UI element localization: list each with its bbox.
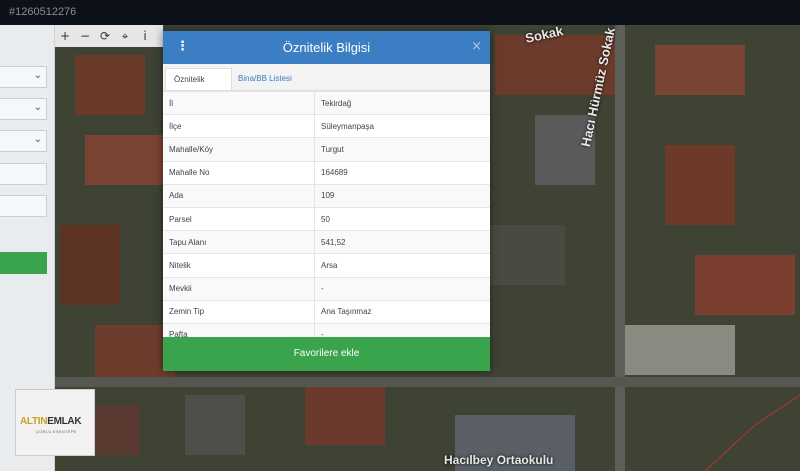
table-row: Zemin Tip Ana Taşınmaz [163,299,490,324]
add-to-favorites-button[interactable]: Favorilere ekle [163,337,490,371]
chevron-down-icon: ⌄ [33,70,42,81]
table-row: Mahalle No 164689 [163,160,490,185]
row-value: 541,52 [314,230,490,254]
locate-icon[interactable]: ⌖ [115,25,135,47]
top-bar: #1260512276 [0,0,800,25]
zoom-in-icon[interactable]: + [55,25,75,47]
row-label: Mahalle/Köy [163,137,315,162]
row-label: Mevkii [163,276,315,301]
logo-brand-part2: EMLAK [47,416,82,427]
row-value: 50 [314,206,490,231]
table-row: İlçe Süleymanpaşa [163,114,490,138]
table-row: Tapu Alanı 541,52 [163,230,490,254]
row-label: Zemin Tip [163,299,315,324]
row-label: Mahalle No [163,160,315,185]
table-row: İl Tekirdağ [163,90,490,115]
row-label: Nitelik [163,253,315,277]
row-value: Turgut [314,137,490,162]
filter-query-button[interactable] [0,252,47,274]
row-label: Ada [163,183,315,208]
row-label: Parsel [163,206,315,231]
filter-select-2[interactable]: ⌄ [0,98,47,120]
map-toolbar: + − ⟳ ⌖ i [55,25,163,47]
agency-logo: ALTINEMLAK ÇORLU ESENTEPE [15,389,95,456]
logo-tagline: ÇORLU ESENTEPE [36,429,77,434]
row-label: Tapu Alanı [163,230,315,254]
listing-id: #1260512276 [9,6,77,18]
attribute-table: İl Tekirdağ İlçe Süleymanpaşa Mahalle/Köy T… [163,90,490,347]
row-value: Ana Taşınmaz [314,299,490,324]
table-row: Mevkii - [163,276,490,301]
modal-header: ⋮ Öznitelik Bilgisi × [163,31,490,64]
school-label: Hacılbey Ortaokulu [444,453,554,467]
close-icon[interactable]: × [471,39,482,54]
info-icon[interactable]: i [135,25,155,47]
row-value: 164689 [314,160,490,185]
row-value: - [314,276,490,301]
chevron-down-icon: ⌄ [33,134,42,145]
table-row: Mahalle/Köy Turgut [163,137,490,162]
table-row: Ada 109 [163,183,490,208]
tab-attributes[interactable]: Öznitelik Bilgisi [165,68,232,106]
chevron-down-icon: ⌄ [33,102,42,113]
row-value: Arsa [314,253,490,277]
table-row: Nitelik Arsa [163,253,490,277]
table-row: Parsel 50 [163,206,490,231]
row-value: Tekirdağ [314,90,490,115]
modal-tabs: Öznitelik Bilgisi Bina/BB Listesi [163,64,490,106]
row-value: 109 [314,183,490,208]
attribute-info-modal: ⋮ Öznitelik Bilgisi × Öznitelik Bilgisi … [163,31,490,371]
refresh-icon[interactable]: ⟳ [95,25,115,47]
logo-brand-part1: ALTIN [20,416,48,427]
row-label: İl [163,90,315,115]
filter-input-2[interactable] [0,195,47,217]
tab-building-list[interactable]: Bina/BB Listesi [230,68,300,90]
logo-brand: ALTINEMLAK [20,416,82,427]
row-label: İlçe [163,114,315,138]
filter-input-1[interactable] [0,163,47,185]
filter-select-1[interactable]: ⌄ [0,66,47,88]
modal-title: Öznitelik Bilgisi [282,40,371,55]
row-value: Süleymanpaşa [314,114,490,138]
zoom-out-icon[interactable]: − [75,25,95,47]
filter-select-3[interactable]: ⌄ [0,130,47,152]
